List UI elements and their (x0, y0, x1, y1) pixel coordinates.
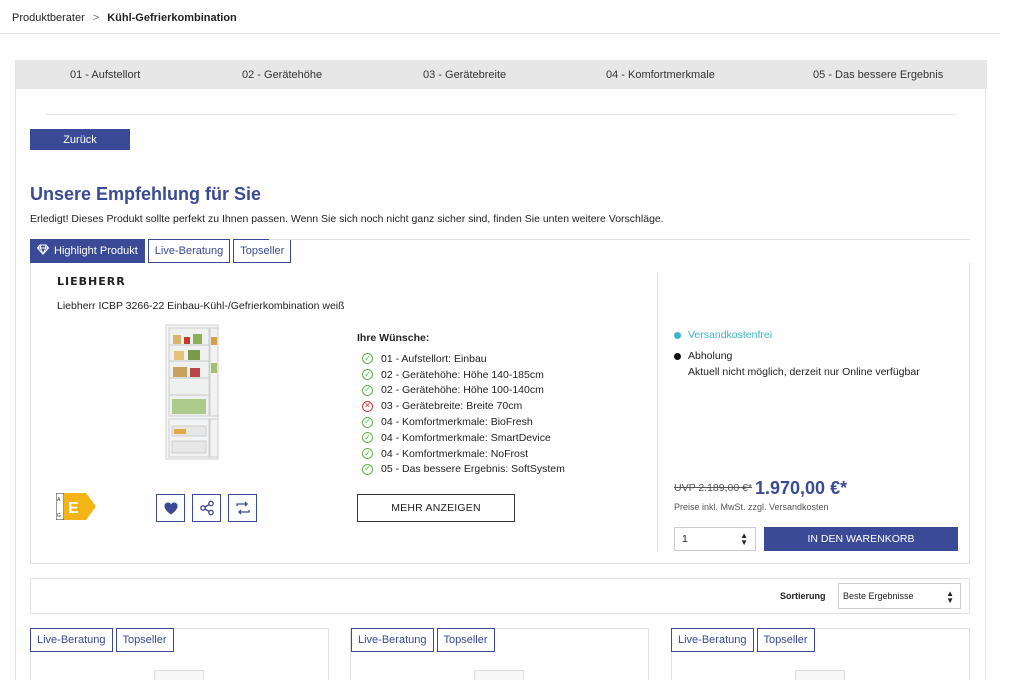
shipping-free-text: Versandkostenfrei (688, 329, 773, 341)
compare-button[interactable] (228, 494, 257, 522)
wish-text: 04 - Komfortmerkmale: NoFrost (381, 447, 529, 460)
svg-text:G: G (57, 513, 61, 519)
tab-highlight-product[interactable]: Highlight Produkt (30, 239, 145, 263)
shipping-dot-icon (674, 332, 681, 339)
suggestion-tabs-3: Live-Beratung Topseller (671, 628, 815, 652)
uvp-price: UVP 2.189,00 €* (674, 482, 753, 494)
tab-highlight-label: Highlight Produkt (54, 245, 138, 257)
diamond-icon (36, 244, 50, 258)
check-icon: ✓ (362, 448, 373, 460)
wish-text: 03 - Gerätebreite: Breite 70cm (381, 400, 523, 413)
wish-text: 02 - Gerätehöhe: Höhe 140-185cm (381, 368, 544, 381)
sort-label: Sortierung (780, 591, 826, 601)
tab-live-beratung[interactable]: Live-Beratung (147, 239, 231, 263)
share-icon (199, 500, 214, 516)
wish-item: ✓ 04 - Komfortmerkmale: BioFresh (362, 414, 565, 430)
add-to-cart-button[interactable]: IN DEN WARENKORB (764, 527, 958, 551)
breadcrumb-root[interactable]: Produktberater (12, 12, 85, 24)
wishes-title: Ihre Wünsche: (357, 332, 430, 344)
step-5[interactable]: 05 - Das bessere Ergebnis (813, 69, 943, 81)
product-image[interactable] (164, 323, 222, 463)
tab-topseller[interactable]: Topseller (436, 628, 495, 652)
cross-icon: ✕ (362, 400, 373, 412)
step-3[interactable]: 03 - Gerätebreite (423, 69, 506, 81)
step-1[interactable]: 01 - Aufstellort (70, 69, 140, 81)
check-icon: ✓ (362, 463, 373, 475)
step-bar: 01 - Aufstellort 02 - Gerätehöhe 03 - Ge… (16, 60, 987, 89)
compare-icon (235, 501, 250, 515)
breadcrumb-separator: > (92, 12, 100, 24)
product-name[interactable]: Liebherr ICBP 3266-22 Einbau-Kühl-/Gefri… (57, 300, 345, 312)
suggestion-image-2 (474, 670, 524, 680)
back-button[interactable]: Zurück (30, 129, 130, 150)
recommendation-heading: Unsere Empfehlung für Sie (30, 184, 262, 204)
heart-icon (163, 502, 178, 514)
suggestion-tabs-1: Live-Beratung Topseller (30, 628, 174, 652)
product-tabs: Highlight Produkt Live-Beratung Topselle… (30, 239, 292, 263)
inner-divider (46, 114, 956, 115)
energy-class-text: E (68, 500, 79, 517)
select-arrows-icon: ▲ ▼ (946, 589, 954, 605)
pickup-note: Aktuell nicht möglich, derzeit nur Onlin… (688, 366, 920, 378)
wish-text: 01 - Aufstellort: Einbau (381, 352, 487, 365)
wish-text: 04 - Komfortmerkmale: BioFresh (381, 416, 533, 429)
tab-topseller[interactable]: Topseller (233, 239, 292, 263)
quantity-select[interactable]: 1 ▲ ▼ (674, 527, 756, 551)
tab-topseller[interactable]: Topseller (115, 628, 174, 652)
wish-text: 05 - Das bessere Ergebnis: SoftSystem (381, 463, 565, 476)
brand-logo: LIEBHERR (57, 275, 126, 288)
energy-label-icon[interactable]: E A G (55, 492, 98, 521)
quantity-value: 1 (682, 533, 688, 545)
wish-item: ✓ 04 - Komfortmerkmale: SmartDevice (362, 430, 565, 446)
check-icon: ✓ (362, 353, 373, 365)
check-icon: ✓ (362, 384, 373, 396)
check-icon: ✓ (362, 416, 373, 428)
breadcrumb-current: Kühl-Gefrierkombination (107, 12, 237, 24)
tab-live-beratung[interactable]: Live-Beratung (351, 628, 434, 652)
check-icon: ✓ (362, 432, 373, 444)
sort-selected-value: Beste Ergebnisse (843, 591, 914, 601)
wishlist-button[interactable] (156, 494, 185, 522)
step-4[interactable]: 04 - Komfortmerkmale (606, 69, 715, 81)
suggestion-image-3 (795, 670, 845, 680)
card-divider (657, 272, 658, 552)
breadcrumb: Produktberater > Kühl-Gefrierkombination (12, 12, 237, 24)
suggestion-image-1 (154, 670, 204, 680)
sort-bar (30, 578, 970, 614)
wish-item: ✓ 02 - Gerätehöhe: Höhe 140-185cm (362, 367, 565, 383)
show-more-button[interactable]: MEHR ANZEIGEN (357, 494, 515, 522)
recommendation-subtext: Erledigt! Dieses Produkt sollte perfekt … (30, 213, 664, 225)
current-price: 1.970,00 €* (755, 478, 848, 498)
share-button[interactable] (192, 494, 221, 522)
wish-text: 04 - Komfortmerkmale: SmartDevice (381, 431, 551, 444)
pickup-text: Abholung (688, 350, 733, 362)
check-icon: ✓ (362, 369, 373, 381)
sort-select[interactable]: Beste Ergebnisse ▲ ▼ (838, 583, 961, 609)
step-2[interactable]: 02 - Gerätehöhe (242, 69, 322, 81)
tab-live-beratung[interactable]: Live-Beratung (30, 628, 113, 652)
wish-item: ✓ 01 - Aufstellort: Einbau (362, 351, 565, 367)
wish-item: ✓ 04 - Komfortmerkmale: NoFrost (362, 446, 565, 462)
tab-topseller[interactable]: Topseller (756, 628, 815, 652)
tab-live-beratung[interactable]: Live-Beratung (671, 628, 754, 652)
wish-item: ✓ 05 - Das bessere Ergebnis: SoftSystem (362, 462, 565, 478)
wishes-list: ✓ 01 - Aufstellort: Einbau ✓ 02 - Gerätehöh… (362, 351, 565, 477)
wish-text: 02 - Gerätehöhe: Höhe 100-140cm (381, 384, 544, 397)
top-divider (0, 33, 1000, 34)
wish-item: ✓ 02 - Gerätehöhe: Höhe 100-140cm (362, 383, 565, 399)
select-arrows-icon: ▲ ▼ (740, 531, 748, 547)
shipping-info: Versandkostenfrei Abholung Aktuell nicht… (674, 329, 920, 387)
vat-note: Preise inkl. MwSt. zzgl. Versandkosten (674, 502, 829, 512)
pickup-dot-icon (674, 353, 681, 360)
card-top-border (269, 239, 970, 240)
suggestion-tabs-2: Live-Beratung Topseller (351, 628, 495, 652)
wish-item: ✕ 03 - Gerätebreite: Breite 70cm (362, 398, 565, 414)
